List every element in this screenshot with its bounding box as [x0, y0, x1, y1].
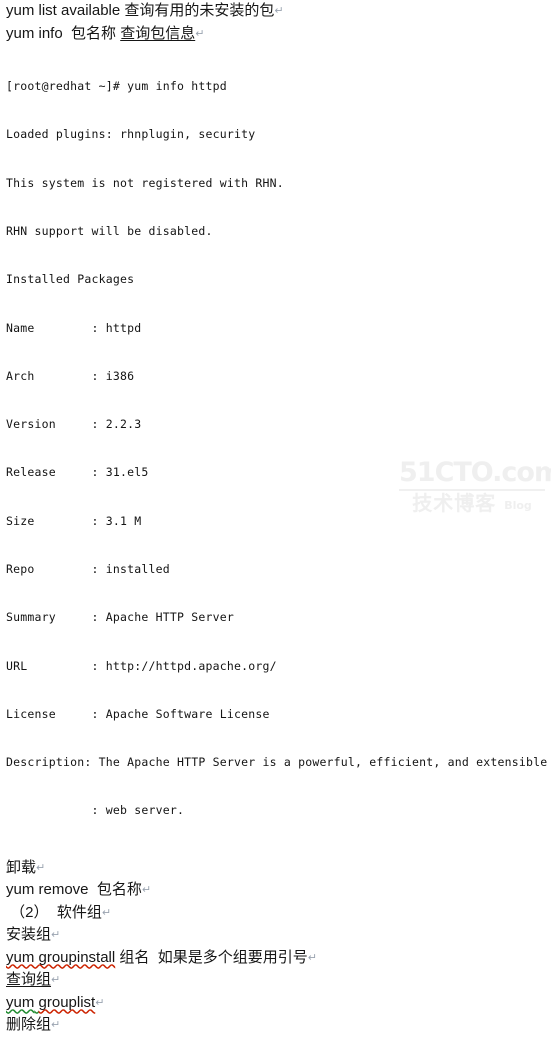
terminal-field-arch: Arch : i386: [6, 368, 135, 383]
yum-grouplist-prefix: yum: [6, 993, 35, 1011]
heading-remove-group-text: 删除组: [6, 1016, 52, 1034]
terminal-line-rhn-notice: This system is not registered with RHN.: [6, 175, 284, 190]
terminal-field-name: Name : httpd: [6, 320, 142, 335]
yum-info-description: 查询包信息: [120, 24, 196, 42]
heading-install-group: 安装组↵: [6, 924, 545, 947]
pilcrow-mark: ↵: [195, 27, 205, 40]
line-yum-remove: yum remove 包名称↵: [6, 879, 545, 902]
line-yum-grouplist: yum grouplist↵: [6, 992, 545, 1015]
document-body: yum list available 查询有用的未安装的包↵ yum info …: [0, 0, 551, 1038]
line-yum-info: yum info 包名称 查询包信息↵: [6, 23, 545, 46]
yum-groupinstall-command: yum groupinstall: [6, 948, 116, 966]
line-yum-groupremove: yum groupremove 组名↵: [6, 1037, 545, 1038]
pilcrow-mark: ↵: [274, 5, 284, 17]
heading-uninstall: 卸载↵: [6, 857, 545, 880]
yum-remove-argument: 包名称: [96, 881, 142, 899]
yum-info-command: yum info 包名称: [6, 24, 117, 42]
terminal-field-description: Description: The Apache HTTP Server is a…: [6, 755, 548, 770]
heading-remove-group: 删除组↵: [6, 1014, 545, 1037]
terminal-field-license: License : Apache Software License: [6, 706, 270, 721]
terminal-field-size: Size : 3.1 M: [6, 513, 142, 528]
terminal-line-prompt: [root@redhat ~]# yum info httpd: [6, 79, 227, 94]
pilcrow-mark: ↵: [51, 1019, 61, 1032]
terminal-line-rhn-disabled: RHN support will be disabled.: [6, 224, 213, 239]
yum-groupinstall-note: 如果是多个组要用引号: [157, 948, 308, 966]
line-yum-groupinstall: yum groupinstall 组名 如果是多个组要用引号↵: [6, 947, 545, 970]
terminal-field-version: Version : 2.2.3: [6, 417, 142, 432]
line-yum-list-available: yum list available 查询有用的未安装的包↵: [6, 0, 545, 23]
terminal-field-release: Release : 31.el5: [6, 465, 149, 480]
terminal-field-url: URL : http://httpd.apache.org/: [6, 658, 277, 673]
pilcrow-mark: ↵: [101, 906, 112, 919]
heading-query-group: 查询组↵: [6, 969, 545, 992]
yum-groupinstall-argument: 组名: [119, 948, 150, 966]
heading-software-group: （2） 软件组↵: [6, 902, 545, 925]
pilcrow-mark: ↵: [95, 996, 105, 1009]
heading-software-group-text: （2） 软件组: [10, 903, 102, 921]
terminal-field-summary: Summary : Apache HTTP Server: [6, 610, 234, 625]
terminal-transcript: [root@redhat ~]# yum info httpd Loaded p…: [6, 46, 548, 851]
pilcrow-mark: ↵: [141, 884, 152, 897]
heading-uninstall-text: 卸载: [6, 858, 37, 876]
yum-remove-command: yum remove: [6, 881, 89, 899]
pilcrow-mark: ↵: [51, 929, 61, 942]
terminal-field-description-cont: : web server.: [6, 803, 185, 818]
heading-query-group-text: 查询组: [6, 971, 52, 989]
yum-list-available-description: 查询有用的未安装的包: [124, 2, 275, 19]
heading-install-group-text: 安装组: [6, 926, 52, 944]
terminal-field-repo: Repo : installed: [6, 562, 170, 576]
pilcrow-mark: ↵: [307, 951, 317, 964]
terminal-line-plugins: Loaded plugins: rhnplugin, security: [6, 127, 256, 142]
pilcrow-mark: ↵: [51, 974, 61, 987]
terminal-line-section: Installed Packages: [6, 272, 135, 287]
yum-grouplist-command: grouplist: [38, 993, 96, 1011]
pilcrow-mark: ↵: [36, 861, 46, 874]
yum-list-available-command: yum list available: [6, 2, 121, 19]
